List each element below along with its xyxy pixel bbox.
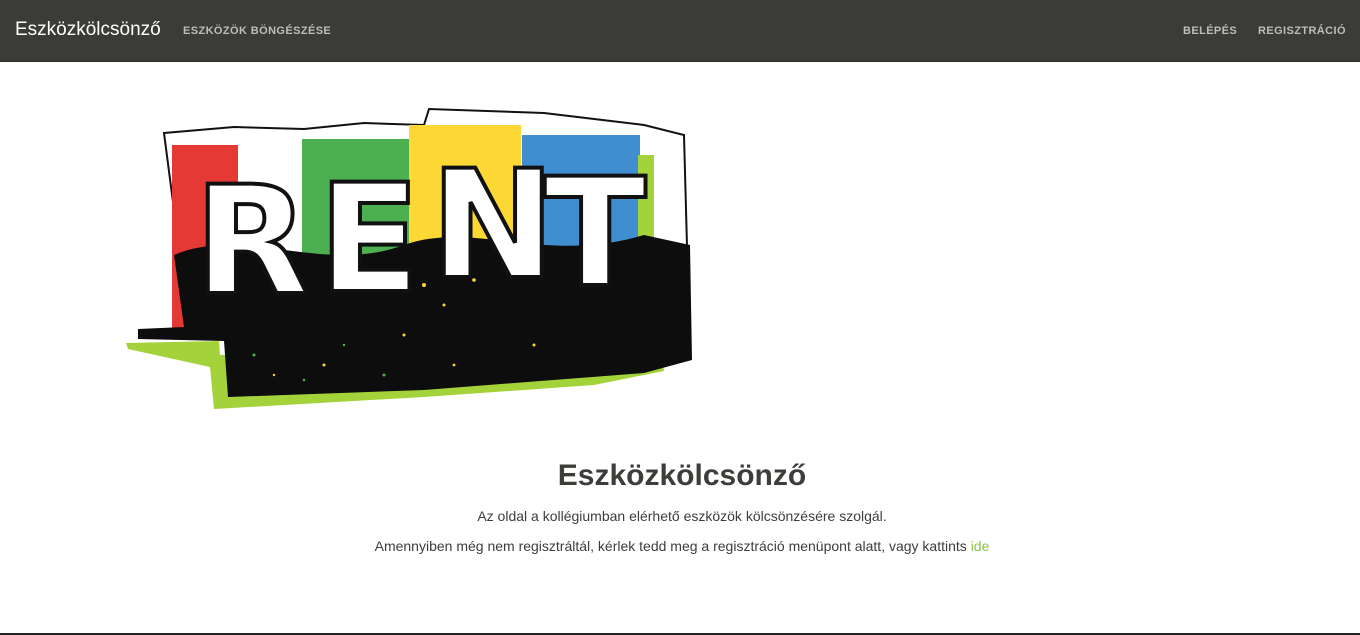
logo-letter-r: R xyxy=(194,155,310,329)
hero-title: Eszközkölcsönző xyxy=(557,459,807,492)
nav-login[interactable]: BELÉPÉS xyxy=(1183,25,1237,37)
rent-logo: R E N T xyxy=(124,105,696,415)
logo-letter-n: N xyxy=(430,139,556,313)
hero-register-prompt: Amennyiben még nem regisztráltál, kérlek… xyxy=(0,538,1360,554)
register-prompt-text: Amennyiben még nem regisztráltál, kérlek… xyxy=(374,538,967,554)
hero-description: Az oldal a kollégiumban elérhető eszközö… xyxy=(477,508,887,524)
logo-letter-t: T xyxy=(544,147,646,321)
nav-browse-tools[interactable]: ESZKÖZÖK BÖNGÉSZÉSE xyxy=(183,25,331,37)
logo-letter-e: E xyxy=(318,153,420,327)
register-here-link[interactable]: ide xyxy=(971,538,990,554)
rent-logo-graphic: R E N T xyxy=(126,107,692,409)
top-navbar: Eszközkölcsönző ESZKÖZÖK BÖNGÉSZÉSE BELÉ… xyxy=(0,0,1360,62)
nav-register[interactable]: REGISZTRÁCIÓ xyxy=(1258,25,1346,37)
brand-link[interactable]: Eszközkölcsönző xyxy=(15,19,161,41)
